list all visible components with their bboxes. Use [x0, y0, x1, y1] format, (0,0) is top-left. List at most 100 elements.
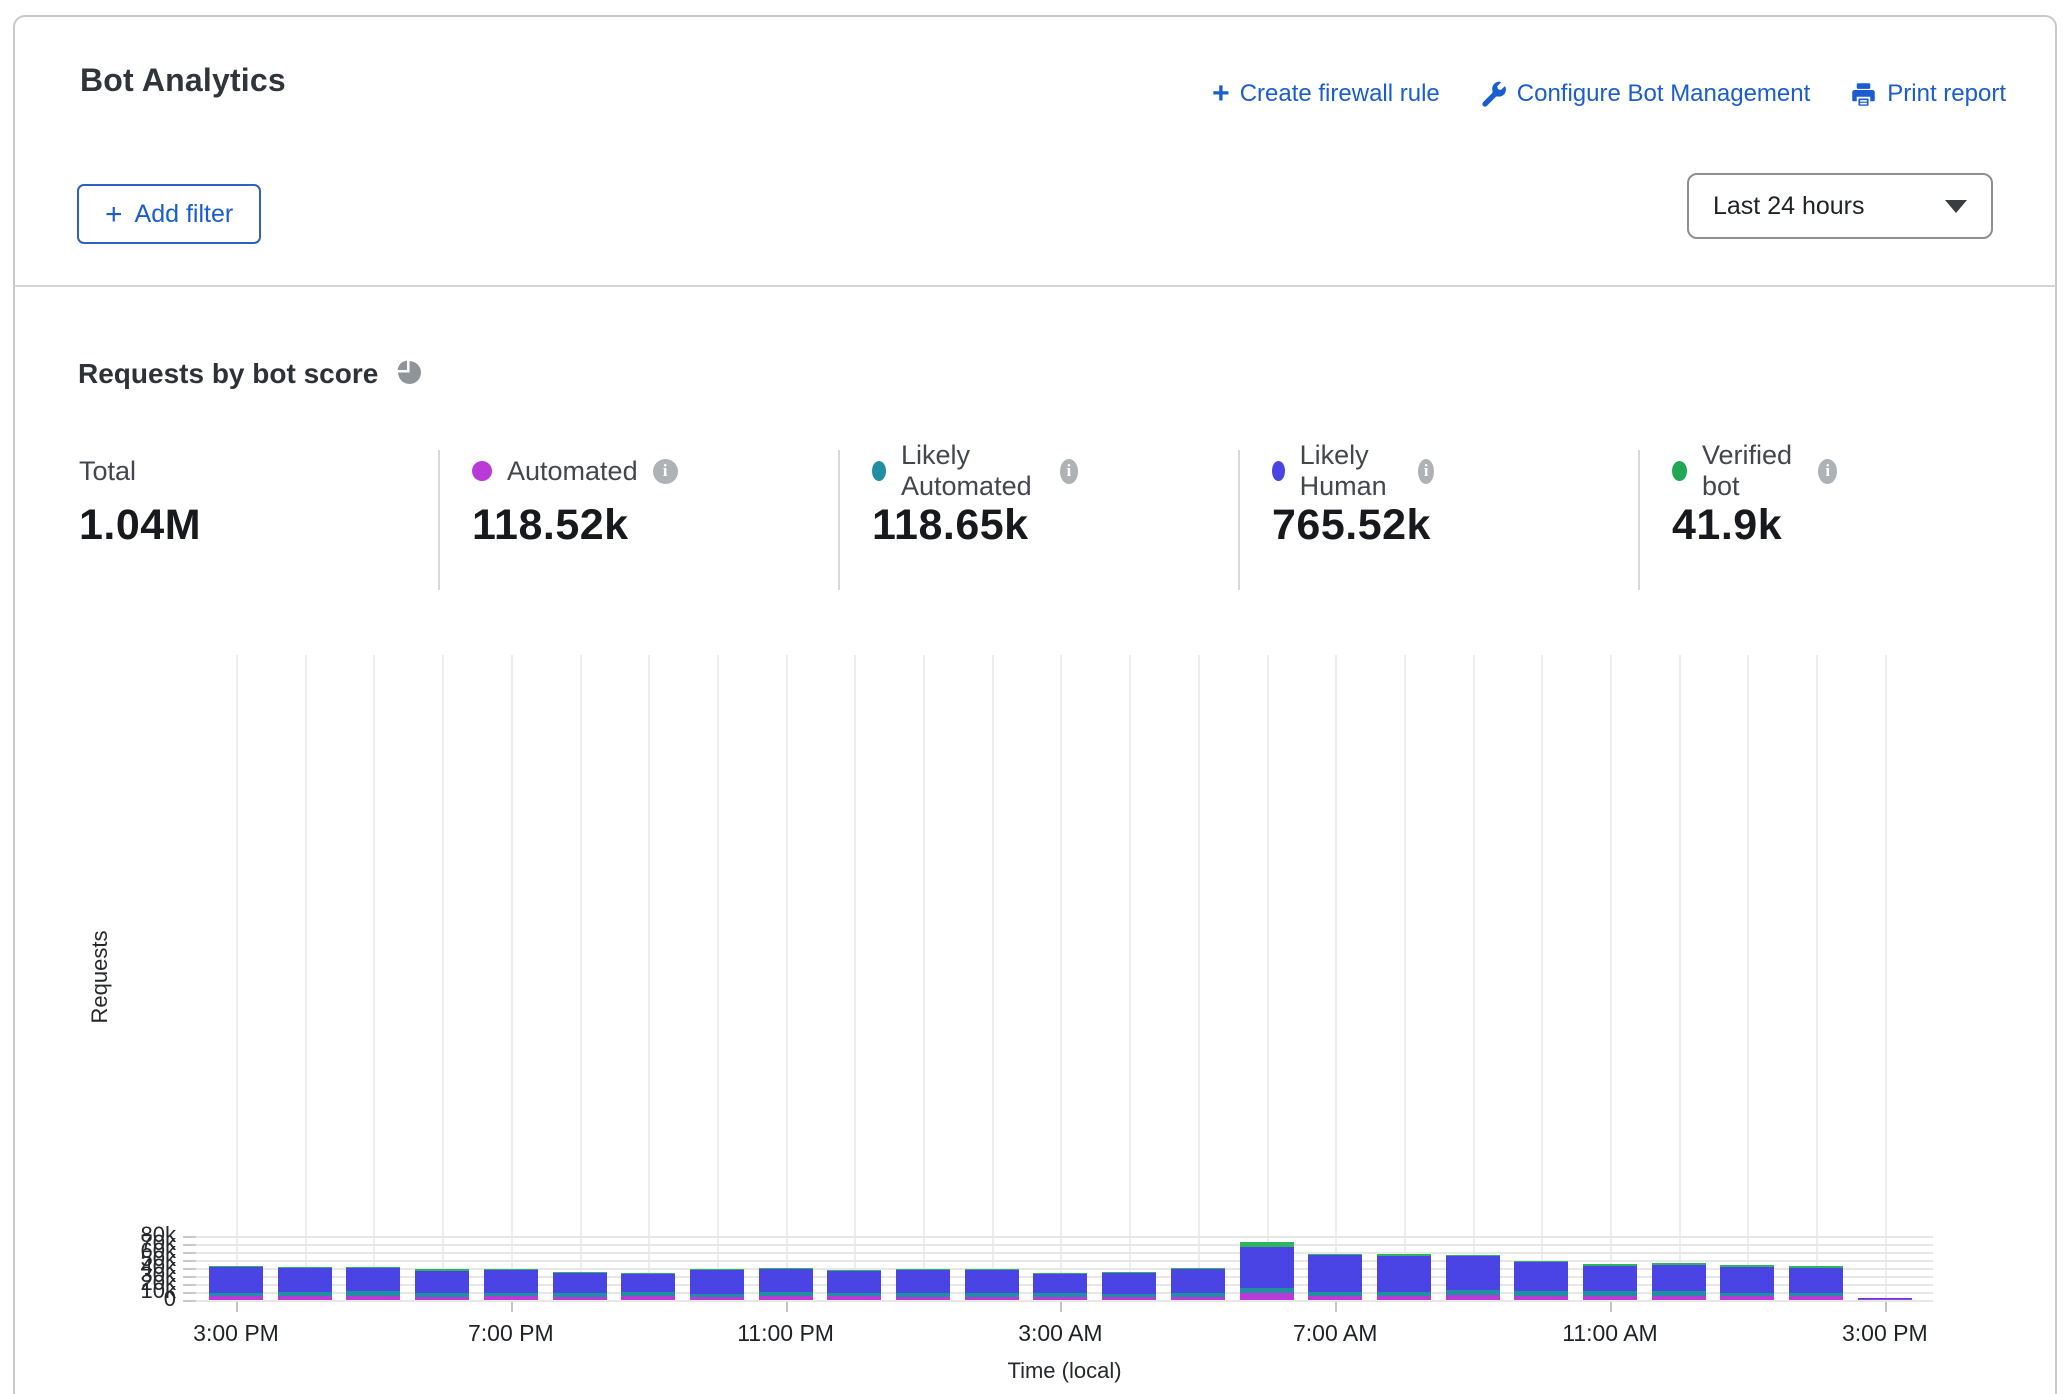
x-axis-tick-label: 3:00 AM	[970, 1320, 1150, 1347]
chart-bar[interactable]	[1583, 1264, 1637, 1300]
chart-bar[interactable]	[1446, 1255, 1500, 1300]
bar-segment-likely-human	[553, 1273, 607, 1293]
gridline-vertical	[1404, 655, 1406, 1300]
gridline-vertical	[992, 655, 994, 1300]
chart-bar[interactable]	[1652, 1263, 1706, 1300]
bar-segment-likely-human	[965, 1270, 1019, 1293]
chart-bar[interactable]	[1171, 1268, 1225, 1300]
gridline-vertical	[1060, 655, 1062, 1300]
y-axis-tick-label: 80k	[86, 1222, 176, 1248]
chart-bar[interactable]	[553, 1272, 607, 1300]
bar-segment-automated	[278, 1296, 332, 1300]
chart-bar[interactable]	[1720, 1265, 1774, 1300]
x-axis-tick-label: 7:00 PM	[421, 1320, 601, 1347]
gridline-vertical	[1885, 655, 1887, 1300]
chart-bar[interactable]	[1858, 1298, 1912, 1300]
y-axis-tick-mark	[183, 1268, 196, 1270]
gridline-vertical	[786, 655, 788, 1300]
y-axis-tick-mark	[183, 1300, 196, 1302]
x-axis-tick-mark	[1610, 1302, 1612, 1312]
chart-bar[interactable]	[1514, 1261, 1568, 1300]
y-axis-tick-mark	[183, 1236, 196, 1238]
x-axis-tick-mark	[1885, 1302, 1887, 1312]
gridline-vertical	[236, 655, 238, 1300]
chart-bar[interactable]	[278, 1267, 332, 1300]
gridline-horizontal	[196, 1300, 1933, 1302]
bar-segment-automated	[1377, 1296, 1431, 1300]
bar-segment-automated	[1171, 1297, 1225, 1300]
y-axis-tick-mark	[183, 1284, 196, 1286]
gridline-vertical	[854, 655, 856, 1300]
x-axis-tick-label: 3:00 PM	[1795, 1320, 1975, 1347]
bar-segment-likely-human	[484, 1270, 538, 1292]
x-axis-tick-label: 7:00 AM	[1245, 1320, 1425, 1347]
gridline-vertical	[717, 655, 719, 1300]
bar-segment-likely-human	[1171, 1269, 1225, 1293]
x-axis-tick-mark	[1060, 1302, 1062, 1312]
chart-bar[interactable]	[415, 1269, 469, 1300]
y-axis-tick-mark	[183, 1292, 196, 1294]
bar-segment-likely-human	[1377, 1256, 1431, 1292]
gridline-vertical	[442, 655, 444, 1300]
bar-segment-likely-human	[759, 1269, 813, 1292]
chart-bar[interactable]	[1789, 1266, 1843, 1300]
gridline-vertical	[305, 655, 307, 1300]
bar-segment-likely-human	[1514, 1262, 1568, 1291]
bar-segment-automated	[690, 1297, 744, 1300]
gridline-horizontal	[196, 1236, 1933, 1238]
bar-segment-likely-human	[415, 1271, 469, 1293]
gridline-horizontal	[196, 1252, 1933, 1254]
chart-bar[interactable]	[965, 1269, 1019, 1300]
gridline-vertical	[1747, 655, 1749, 1300]
bar-segment-automated	[1858, 1299, 1912, 1300]
gridline-vertical	[1129, 655, 1131, 1300]
chart-bar[interactable]	[690, 1269, 744, 1300]
gridline-vertical	[1198, 655, 1200, 1300]
gridline-vertical	[1267, 655, 1269, 1300]
gridline-vertical	[1541, 655, 1543, 1300]
bar-segment-automated	[346, 1296, 400, 1300]
gridline-vertical	[580, 655, 582, 1300]
bar-segment-likely-human	[827, 1271, 881, 1293]
chart-bar[interactable]	[484, 1269, 538, 1300]
gridline-vertical	[1335, 655, 1337, 1300]
chart-bar[interactable]	[827, 1270, 881, 1300]
chart-bar[interactable]	[621, 1273, 675, 1300]
chart-bar[interactable]	[1308, 1254, 1362, 1300]
y-axis-tick-mark	[183, 1276, 196, 1278]
gridline-vertical	[1816, 655, 1818, 1300]
chart-bar[interactable]	[346, 1267, 400, 1300]
bar-segment-automated	[1308, 1296, 1362, 1300]
x-axis-tick-mark	[786, 1302, 788, 1312]
gridline-vertical	[1679, 655, 1681, 1300]
gridline-horizontal	[196, 1260, 1933, 1262]
bar-segment-automated	[1789, 1296, 1843, 1300]
y-axis-tick-mark	[183, 1260, 196, 1262]
chart-bar[interactable]	[209, 1266, 263, 1300]
bar-segment-likely-human	[621, 1274, 675, 1292]
bar-segment-automated	[621, 1296, 675, 1300]
x-axis-tick-mark	[236, 1302, 238, 1312]
chart-bar[interactable]	[759, 1268, 813, 1300]
bar-segment-automated	[1583, 1296, 1637, 1300]
bar-segment-automated	[484, 1296, 538, 1300]
gridline-vertical	[511, 655, 513, 1300]
bar-segment-likely-human	[1308, 1255, 1362, 1291]
chart-bar[interactable]	[1377, 1254, 1431, 1300]
bar-segment-likely-human	[1789, 1268, 1843, 1293]
x-axis-tick-label: 3:00 PM	[146, 1320, 326, 1347]
chart-bar[interactable]	[1240, 1242, 1294, 1300]
chart-bar[interactable]	[896, 1269, 950, 1300]
bar-segment-likely-human	[690, 1270, 744, 1293]
chart-bar[interactable]	[1033, 1273, 1087, 1301]
bar-segment-likely-human	[1720, 1267, 1774, 1293]
x-axis-tick-label: 11:00 PM	[696, 1320, 876, 1347]
bar-segment-automated	[415, 1297, 469, 1300]
gridline-horizontal	[196, 1244, 1933, 1246]
bar-segment-likely-human	[1583, 1266, 1637, 1291]
bar-segment-automated	[827, 1296, 881, 1299]
y-axis-tick-mark	[183, 1244, 196, 1246]
x-axis-tick-mark	[1335, 1302, 1337, 1312]
chart-bar[interactable]	[1102, 1272, 1156, 1300]
y-axis-title: Requests	[87, 917, 113, 1037]
